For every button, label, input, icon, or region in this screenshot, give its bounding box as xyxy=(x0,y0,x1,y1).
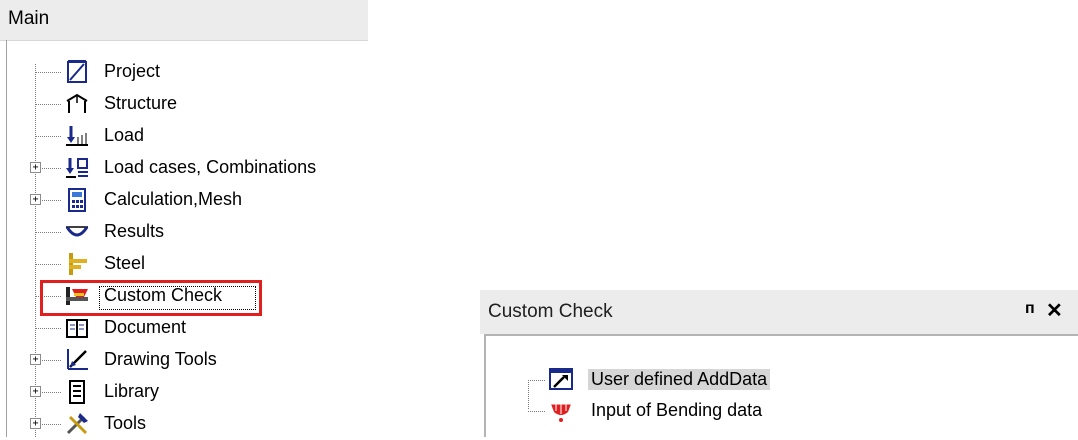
tree-item-label: Library xyxy=(104,381,160,401)
tree-item-label: Results xyxy=(104,221,165,241)
tree-item-tools[interactable]: + Tools xyxy=(0,408,360,440)
document-icon xyxy=(66,319,88,338)
bending-data-icon xyxy=(551,403,571,422)
tree-item-label: Document xyxy=(104,317,187,337)
tree-item-label: Steel xyxy=(104,253,146,273)
tree-item-label: Project xyxy=(104,61,161,81)
tree-item-results[interactable]: Results xyxy=(0,216,360,248)
drawing-tools-icon xyxy=(67,349,88,370)
pin-icon[interactable]: ᴨ xyxy=(1025,300,1035,318)
user-defined-adddata-icon xyxy=(549,368,573,390)
expand-icon[interactable]: + xyxy=(30,354,41,365)
tree-item-label: Calculation,Mesh xyxy=(104,189,243,209)
tree-item-drawing-tools[interactable]: + Drawing Tools xyxy=(0,344,360,376)
tree-item-label: Tools xyxy=(104,413,147,433)
tree-item-input-of-bending-data[interactable]: Input of Bending data xyxy=(528,396,928,426)
expand-icon[interactable]: + xyxy=(30,386,41,397)
tree-item-document[interactable]: Document xyxy=(0,312,360,344)
tree-item-structure[interactable]: Structure xyxy=(0,88,360,120)
main-panel-header: Main xyxy=(0,0,368,41)
load-icon xyxy=(66,126,88,146)
tools-icon xyxy=(66,413,88,435)
project-icon xyxy=(67,60,87,83)
tree-item-steel[interactable]: Steel xyxy=(0,248,360,280)
tree-item-label: Load xyxy=(104,125,145,145)
tree-item-load[interactable]: Load xyxy=(0,120,360,152)
tree-item-label: User defined AddData xyxy=(588,369,771,390)
main-panel-title: Main xyxy=(8,8,50,29)
tree-item-user-defined-adddata[interactable]: User defined AddData xyxy=(528,365,928,395)
load-cases-icon xyxy=(66,158,88,178)
tree-item-calculation-mesh[interactable]: + Calculation,Mesh xyxy=(0,184,360,216)
results-icon xyxy=(65,226,89,237)
expand-icon[interactable]: + xyxy=(30,418,41,429)
tree-item-label: Structure xyxy=(104,93,178,113)
steel-icon xyxy=(69,253,87,275)
tree-item-project[interactable]: Project xyxy=(0,56,360,88)
library-icon xyxy=(69,380,85,404)
tree-item-load-cases[interactable]: + Load cases, Combinations xyxy=(0,152,360,184)
expand-icon[interactable]: + xyxy=(30,162,41,173)
tree-item-label: Load cases, Combinations xyxy=(104,157,317,177)
expand-icon[interactable]: + xyxy=(30,194,41,205)
custom-check-panel-title: Custom Check xyxy=(488,301,613,322)
calculator-icon xyxy=(68,188,86,212)
main-panel: Main Project Structure Load + Load cases… xyxy=(0,0,368,437)
custom-check-panel-header: Custom Check ᴨ ✕ xyxy=(480,290,1078,334)
tree-item-label: Drawing Tools xyxy=(104,349,217,369)
close-icon[interactable]: ✕ xyxy=(1046,298,1063,323)
tree-item-library[interactable]: + Library xyxy=(0,376,360,408)
tree-item-label: Input of Bending data xyxy=(591,400,763,420)
focus-rectangle xyxy=(99,286,256,310)
structure-icon xyxy=(66,93,88,113)
